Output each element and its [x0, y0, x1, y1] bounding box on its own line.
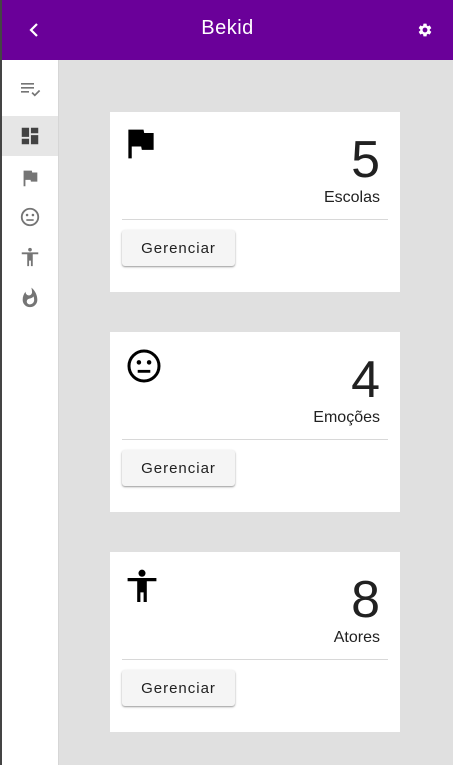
emoticon-neutral-icon [127, 349, 161, 383]
dashboard-icon [21, 127, 39, 145]
card-label: Escolas [323, 189, 380, 206]
summary-card-escolas: 5 Escolas Gerenciar [110, 112, 400, 292]
fire-icon [22, 287, 38, 308]
summary-card-emocoes: 4 Emoções Gerenciar [110, 332, 400, 512]
manage-button[interactable]: Gerenciar [122, 230, 235, 266]
card-label: Atores [333, 629, 380, 646]
list-check-icon [21, 83, 41, 97]
card-count: 8 [351, 571, 380, 629]
flag-icon [23, 170, 38, 187]
app-bar: Bekid [2, 0, 453, 60]
gear-icon [418, 23, 432, 37]
human-icon [21, 247, 39, 267]
sidebar-item-list-check[interactable] [2, 69, 58, 109]
card-divider [122, 659, 388, 660]
card-icon [126, 128, 156, 165]
sidebar-item-fire[interactable] [2, 278, 58, 318]
summary-card-atores: 8 Atores Gerenciar [110, 552, 400, 732]
settings-button[interactable] [417, 22, 433, 38]
emoticon-neutral-icon [20, 207, 40, 227]
card-divider [122, 219, 388, 220]
card-count: 4 [351, 351, 380, 409]
sidebar-item-emotion[interactable] [2, 197, 58, 237]
sidebar-item-flag[interactable] [2, 158, 58, 198]
card-icon [126, 348, 162, 389]
card-icon [126, 568, 158, 609]
sidebar [2, 60, 59, 765]
app-frame: Bekid 5 Escolas Gerenciar 4 Emoções Gere… [2, 0, 453, 765]
human-icon [127, 569, 157, 602]
manage-button[interactable]: Gerenciar [122, 670, 235, 706]
card-count: 5 [351, 131, 380, 189]
sidebar-item-dashboard[interactable] [2, 116, 58, 156]
manage-button[interactable]: Gerenciar [122, 450, 235, 486]
sidebar-item-human[interactable] [2, 237, 58, 277]
app-title: Bekid [201, 17, 254, 39]
flag-icon [128, 129, 154, 159]
card-label: Emoções [313, 409, 380, 426]
card-divider [122, 439, 388, 440]
